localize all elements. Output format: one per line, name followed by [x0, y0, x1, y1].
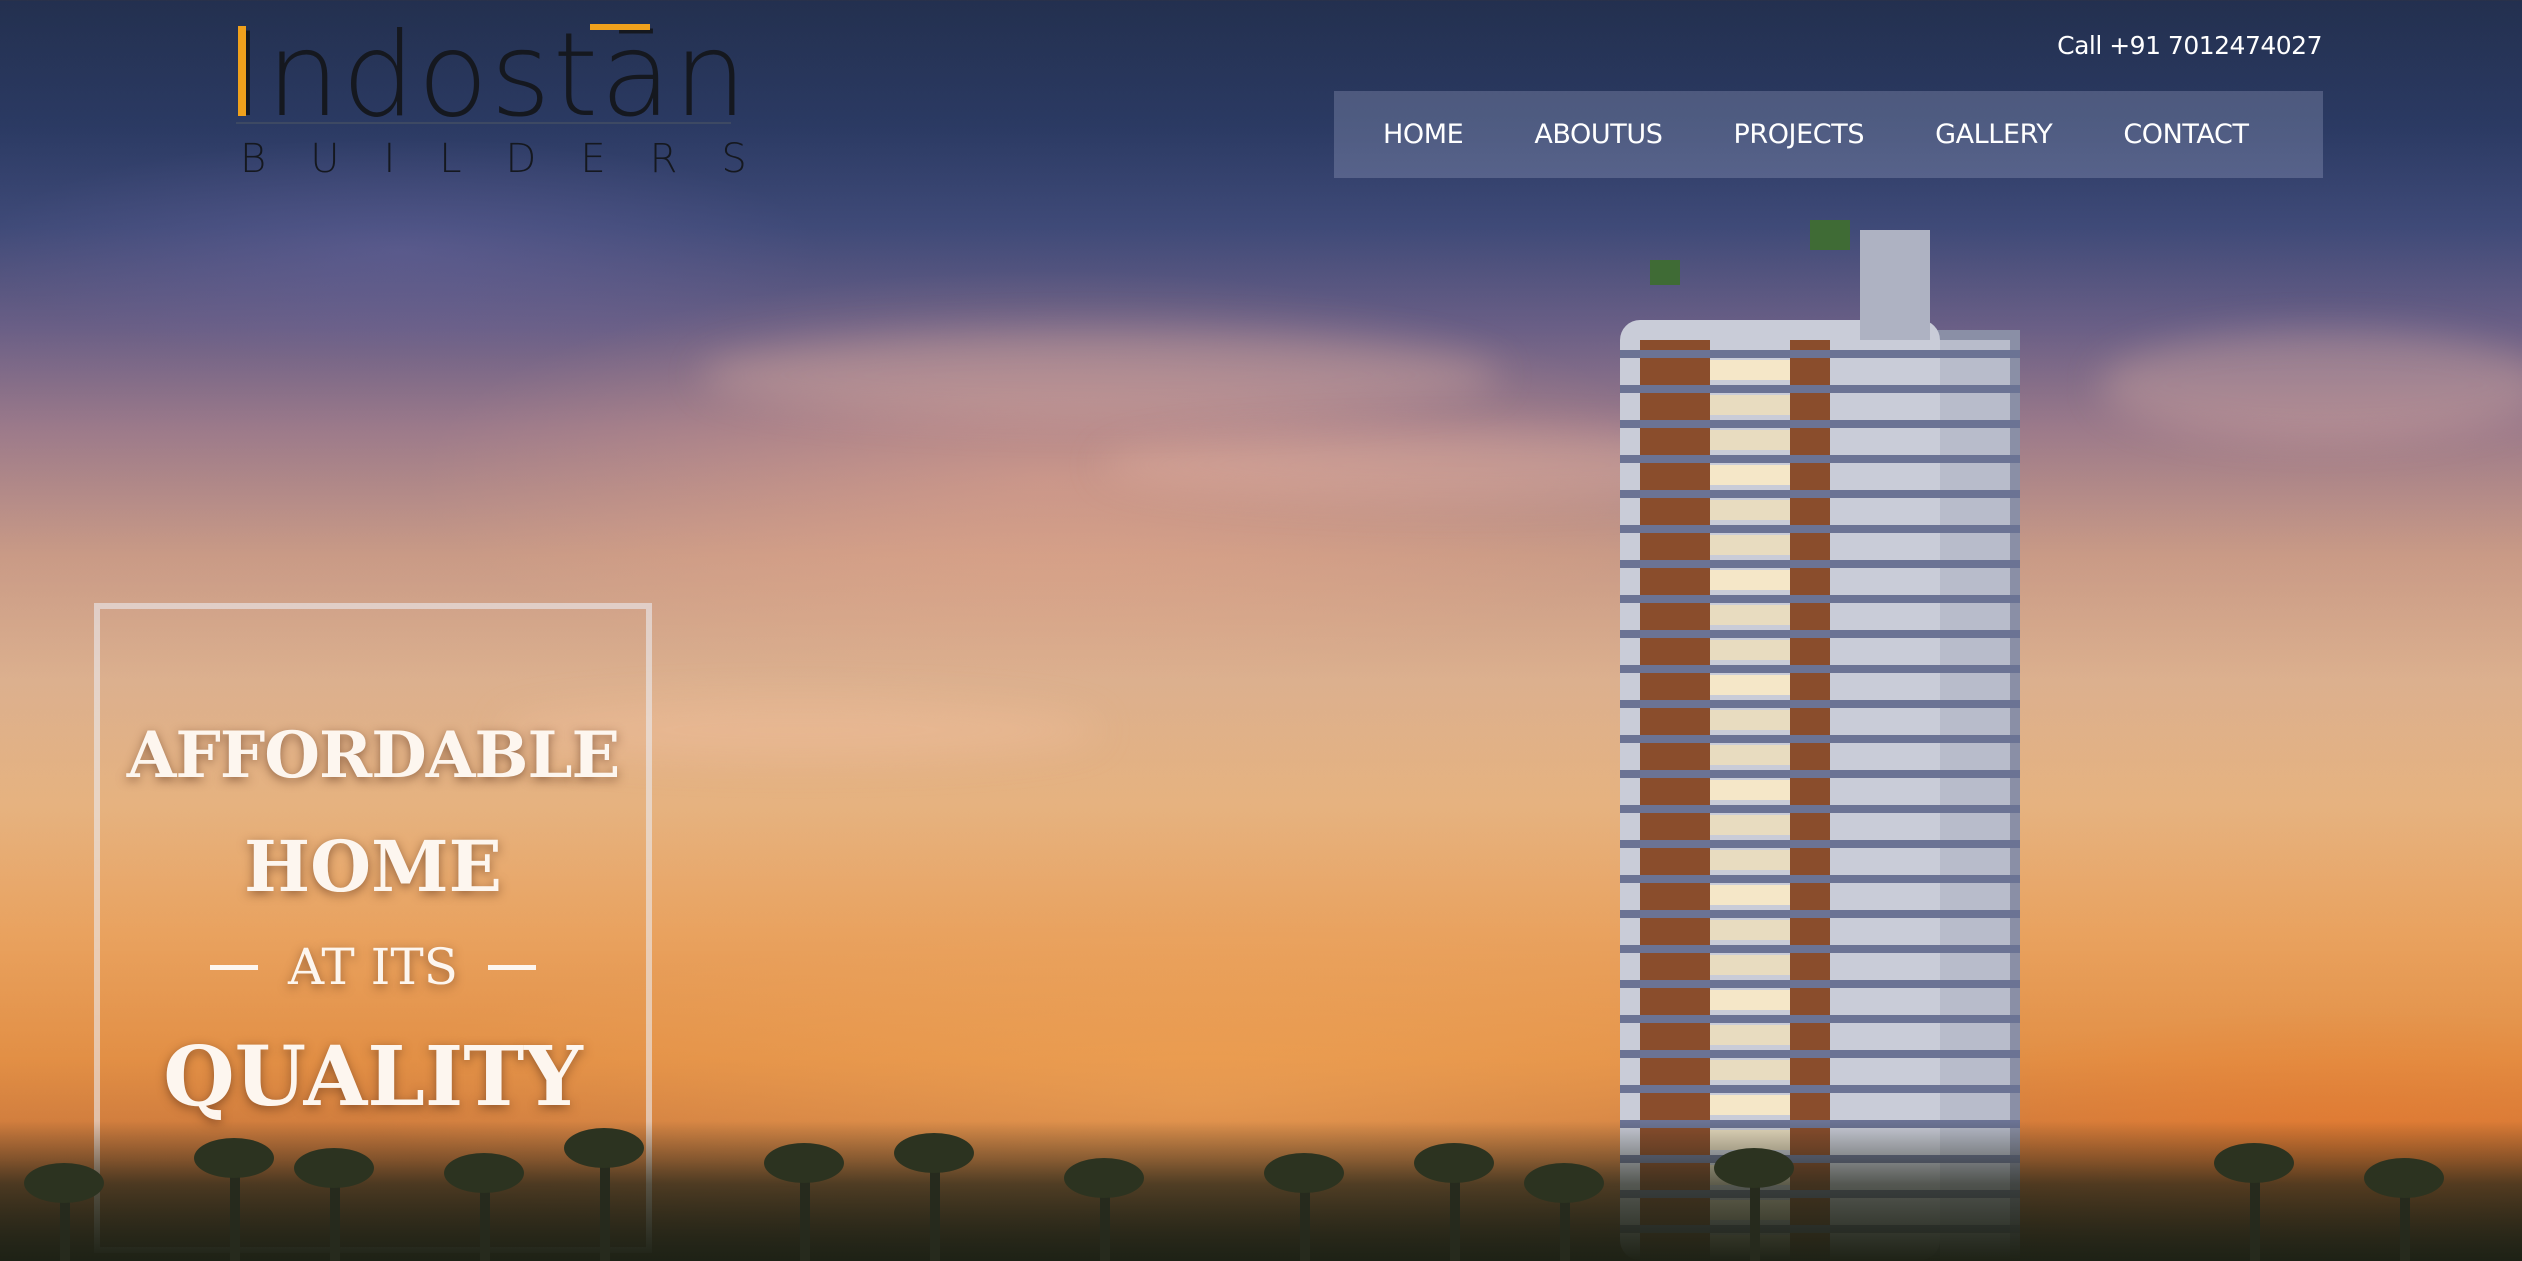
palm-tree — [2364, 1158, 2444, 1261]
dash-right — [487, 964, 536, 970]
palm-tree — [1524, 1163, 1604, 1261]
hero-line-home: HOME — [244, 825, 502, 908]
hero-line-at-its: AT ITS — [94, 922, 652, 1012]
cloud — [700, 330, 1500, 420]
building-floor-slab — [1620, 630, 2020, 638]
building-floor-slab — [1620, 595, 2020, 603]
building-floor-slab — [1620, 385, 2020, 393]
nav-item-aboutus[interactable]: ABOUTUS — [1534, 119, 1663, 150]
building-floor-slab — [1620, 560, 2020, 568]
building-floor-slab — [1620, 1085, 2020, 1093]
building-floor-slab — [1620, 1050, 2020, 1058]
building-floor-slab — [1620, 525, 2020, 533]
treeline — [0, 1121, 2522, 1261]
palm-tree — [1064, 1158, 1144, 1261]
building-window — [1710, 815, 1790, 835]
building-window — [1710, 570, 1790, 590]
palm-tree — [894, 1133, 974, 1261]
palm-tree — [1714, 1148, 1794, 1261]
palm-tree — [764, 1143, 844, 1261]
call-phone-link[interactable]: Call +91 7012474027 — [2057, 31, 2322, 60]
palm-tree — [194, 1138, 274, 1261]
logo-accent-macron — [590, 24, 650, 30]
logo-divider — [236, 122, 731, 124]
building-floor-slab — [1620, 910, 2020, 918]
building-window — [1710, 745, 1790, 765]
building-window — [1710, 850, 1790, 870]
building-floor-slab — [1620, 980, 2020, 988]
palm-tree — [1264, 1153, 1344, 1261]
logo-wordmark: Indostān — [230, 8, 749, 143]
building-window — [1710, 535, 1790, 555]
building-window — [1710, 1095, 1790, 1115]
building-window — [1710, 920, 1790, 940]
dash-left — [210, 964, 258, 970]
building-window — [1710, 675, 1790, 695]
building-window — [1710, 1025, 1790, 1045]
main-nav: HOME ABOUTUS PROJECTS GALLERY CONTACT — [1334, 91, 2323, 178]
building-window — [1710, 465, 1790, 485]
nav-item-projects[interactable]: PROJECTS — [1733, 119, 1864, 150]
building-window — [1710, 360, 1790, 380]
palm-tree — [1414, 1143, 1494, 1261]
building-floor-slab — [1620, 665, 2020, 673]
hero-line-affordable: AFFORDABLE — [126, 718, 621, 793]
building-floor-slab — [1620, 840, 2020, 848]
building-window — [1710, 885, 1790, 905]
building-floor-slab — [1620, 875, 2020, 883]
nav-item-gallery[interactable]: GALLERY — [1935, 119, 2053, 150]
building-illustration — [1620, 220, 2020, 1260]
building-floor-slab — [1620, 350, 2020, 358]
building-window — [1710, 430, 1790, 450]
building-floor-slab — [1620, 420, 2020, 428]
hero-tagline: AFFORDABLE HOME AT ITS QUALITY — [94, 700, 652, 1142]
building-floor-slab — [1620, 770, 2020, 778]
palm-tree — [564, 1128, 644, 1261]
site-logo[interactable]: Indostān BUILDERS — [230, 8, 749, 183]
building-floor-slab — [1620, 735, 2020, 743]
building-floor-slab — [1620, 455, 2020, 463]
building-floor-slab — [1620, 805, 2020, 813]
building-window — [1710, 1060, 1790, 1080]
hero-line-at-its-text: AT ITS — [288, 938, 458, 996]
building-window — [1710, 640, 1790, 660]
nav-item-contact[interactable]: CONTACT — [2123, 119, 2249, 150]
building-window — [1710, 990, 1790, 1010]
palm-tree — [2214, 1143, 2294, 1261]
palm-tree — [24, 1163, 104, 1261]
logo-accent-bar — [238, 26, 246, 116]
building-floor-slab — [1620, 700, 2020, 708]
building-window — [1710, 395, 1790, 415]
building-floor-slab — [1620, 945, 2020, 953]
palm-tree — [444, 1153, 524, 1261]
nav-item-home[interactable]: HOME — [1383, 119, 1464, 150]
palm-tree — [294, 1148, 374, 1261]
building-floor-slab — [1620, 490, 2020, 498]
building-window — [1710, 955, 1790, 975]
building-window — [1710, 605, 1790, 625]
building-window — [1710, 500, 1790, 520]
logo-subtitle: BUILDERS — [240, 136, 791, 182]
building-window — [1710, 780, 1790, 800]
building-window — [1710, 710, 1790, 730]
building-floor-slab — [1620, 1015, 2020, 1023]
